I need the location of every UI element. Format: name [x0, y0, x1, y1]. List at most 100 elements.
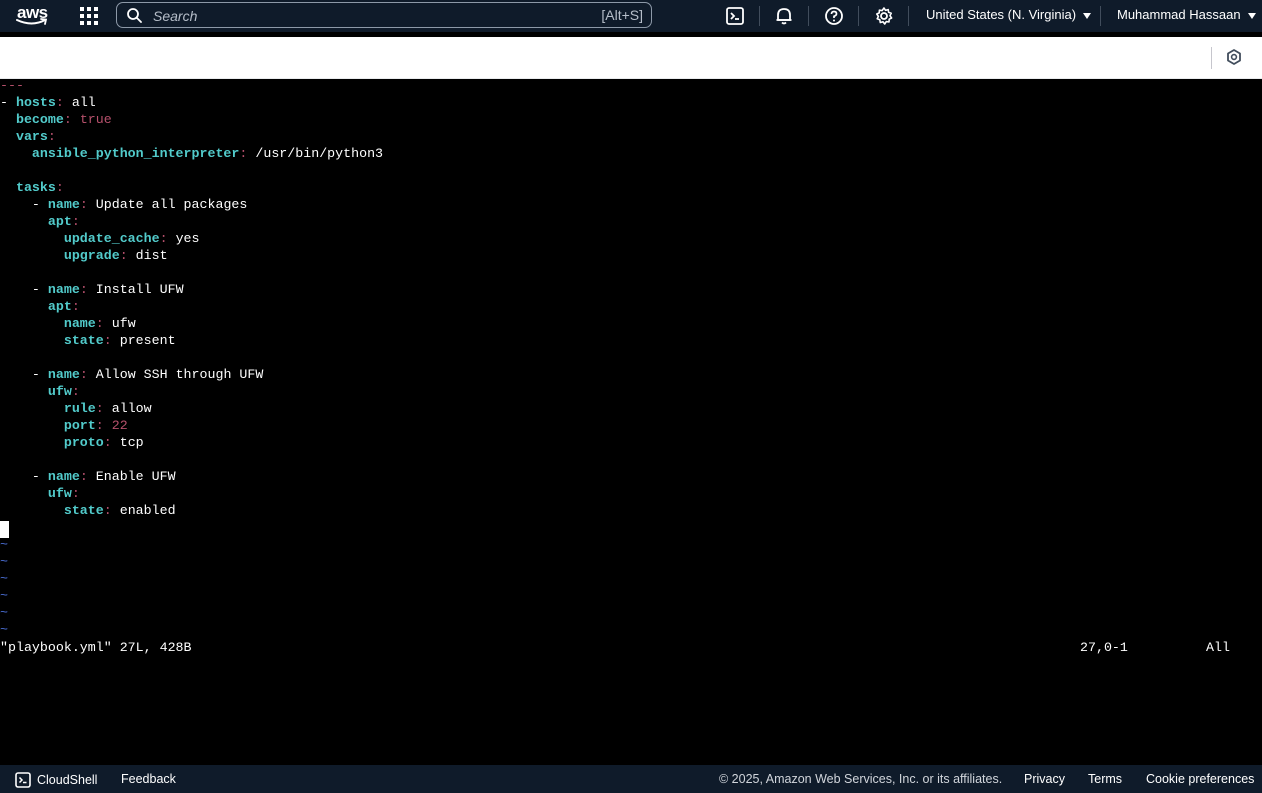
yaml-key: upgrade — [63, 248, 120, 263]
code-text: Enable UFW — [87, 469, 176, 484]
code-text: all — [63, 95, 96, 110]
yaml-key: name — [47, 469, 80, 484]
chevron-down-icon — [1247, 12, 1256, 19]
code-text: 22 — [111, 418, 128, 433]
shield-icon[interactable] — [1226, 49, 1242, 65]
code-text: : — [119, 248, 128, 263]
code-line: rule: allow — [0, 400, 152, 417]
code-text: : — [103, 503, 112, 518]
feedback-link[interactable]: Feedback — [121, 772, 176, 786]
copyright-text: © 2025, Amazon Web Services, Inc. or its… — [719, 772, 1003, 786]
aws-logo[interactable]: aws — [16, 3, 50, 29]
code-text: : — [55, 95, 64, 110]
region-label: United States (N. Virginia) — [926, 7, 1077, 22]
toolbar-divider — [1211, 47, 1212, 69]
yaml-key: apt — [47, 299, 72, 314]
empty-line-marker: ~ — [0, 588, 8, 603]
code-text: : — [103, 333, 112, 348]
cookie-preferences-link[interactable]: Cookie preferences — [1146, 772, 1254, 786]
code-text: - — [0, 469, 48, 484]
code-text: tcp — [111, 435, 144, 450]
code-line: state: enabled — [0, 502, 176, 519]
code-text: Update all packages — [87, 197, 248, 212]
status-file-info: "playbook.yml" 27L, 428B — [0, 640, 192, 655]
empty-line-marker: ~ — [0, 622, 8, 637]
nav-divider — [808, 6, 809, 26]
terms-link[interactable]: Terms — [1088, 772, 1122, 786]
search-input[interactable] — [151, 5, 555, 27]
code-line: name: ufw — [0, 315, 136, 332]
gear-icon[interactable] — [874, 6, 894, 26]
terminal[interactable]: --- - hosts: all become: true vars: ansib… — [0, 78, 1262, 765]
code-line: - name: Install UFW — [0, 281, 184, 298]
code-text: : — [79, 197, 88, 212]
search-icon — [127, 8, 142, 23]
yaml-key: rule — [63, 401, 96, 416]
code-text: Install UFW — [87, 282, 184, 297]
yaml-key: port — [63, 418, 96, 433]
code-text: - — [0, 197, 48, 212]
yaml-key: become — [15, 112, 64, 127]
code-text: : — [95, 316, 104, 331]
cloudshell-icon[interactable] — [725, 6, 745, 26]
code-line: ansible_python_interpreter: /usr/bin/pyt… — [0, 145, 383, 162]
code-line: ufw: — [0, 485, 80, 502]
code-text: --- — [0, 78, 24, 93]
yaml-key: vars — [15, 129, 48, 144]
code-text: - — [0, 95, 16, 110]
yaml-key: state — [63, 333, 104, 348]
code-text: ufw — [103, 316, 136, 331]
code-line: - name: Allow SSH through UFW — [0, 366, 263, 383]
code-text: : — [79, 469, 88, 484]
user-name: Muhammad Hassaan — [1117, 7, 1241, 22]
code-line: port: 22 — [0, 417, 128, 434]
help-icon[interactable] — [824, 6, 844, 26]
code-text: true — [79, 112, 112, 127]
cloudshell-toolbar — [0, 37, 1262, 79]
yaml-key: apt — [47, 214, 72, 229]
code-text: allow — [103, 401, 152, 416]
bell-icon[interactable] — [774, 6, 794, 26]
account-menu[interactable]: Muhammad Hassaan — [1117, 7, 1256, 22]
code-line: apt: — [0, 213, 80, 230]
code-text: : — [79, 282, 88, 297]
cloudshell-label: CloudShell — [37, 773, 98, 787]
apps-grid-icon[interactable] — [80, 7, 98, 25]
privacy-link[interactable]: Privacy — [1024, 772, 1065, 786]
footer: CloudShell Feedback © 2025, Amazon Web S… — [0, 765, 1262, 793]
yaml-key: name — [47, 367, 80, 382]
yaml-key: update_cache — [63, 231, 160, 246]
code-text: dist — [127, 248, 168, 263]
empty-line-marker: ~ — [0, 571, 8, 586]
search-box[interactable]: [Alt+S] — [116, 2, 652, 28]
code-line: - name: Enable UFW — [0, 468, 176, 485]
code-line: become: true — [0, 111, 112, 128]
yaml-key: name — [63, 316, 96, 331]
search-shortcut: [Alt+S] — [601, 7, 643, 23]
status-scroll-position: All — [1206, 640, 1230, 655]
code-text: : — [103, 435, 112, 450]
code-text: : — [95, 401, 104, 416]
code-line: upgrade: dist — [0, 247, 168, 264]
code-text: /usr/bin/python3 — [247, 146, 384, 161]
yaml-key: state — [63, 503, 104, 518]
aws-smile-icon — [16, 18, 48, 25]
code-text: yes — [167, 231, 200, 246]
cloudshell-footer-button[interactable]: CloudShell — [15, 772, 97, 788]
region-selector[interactable]: United States (N. Virginia) — [926, 7, 1092, 22]
code-line: - name: Update all packages — [0, 196, 247, 213]
